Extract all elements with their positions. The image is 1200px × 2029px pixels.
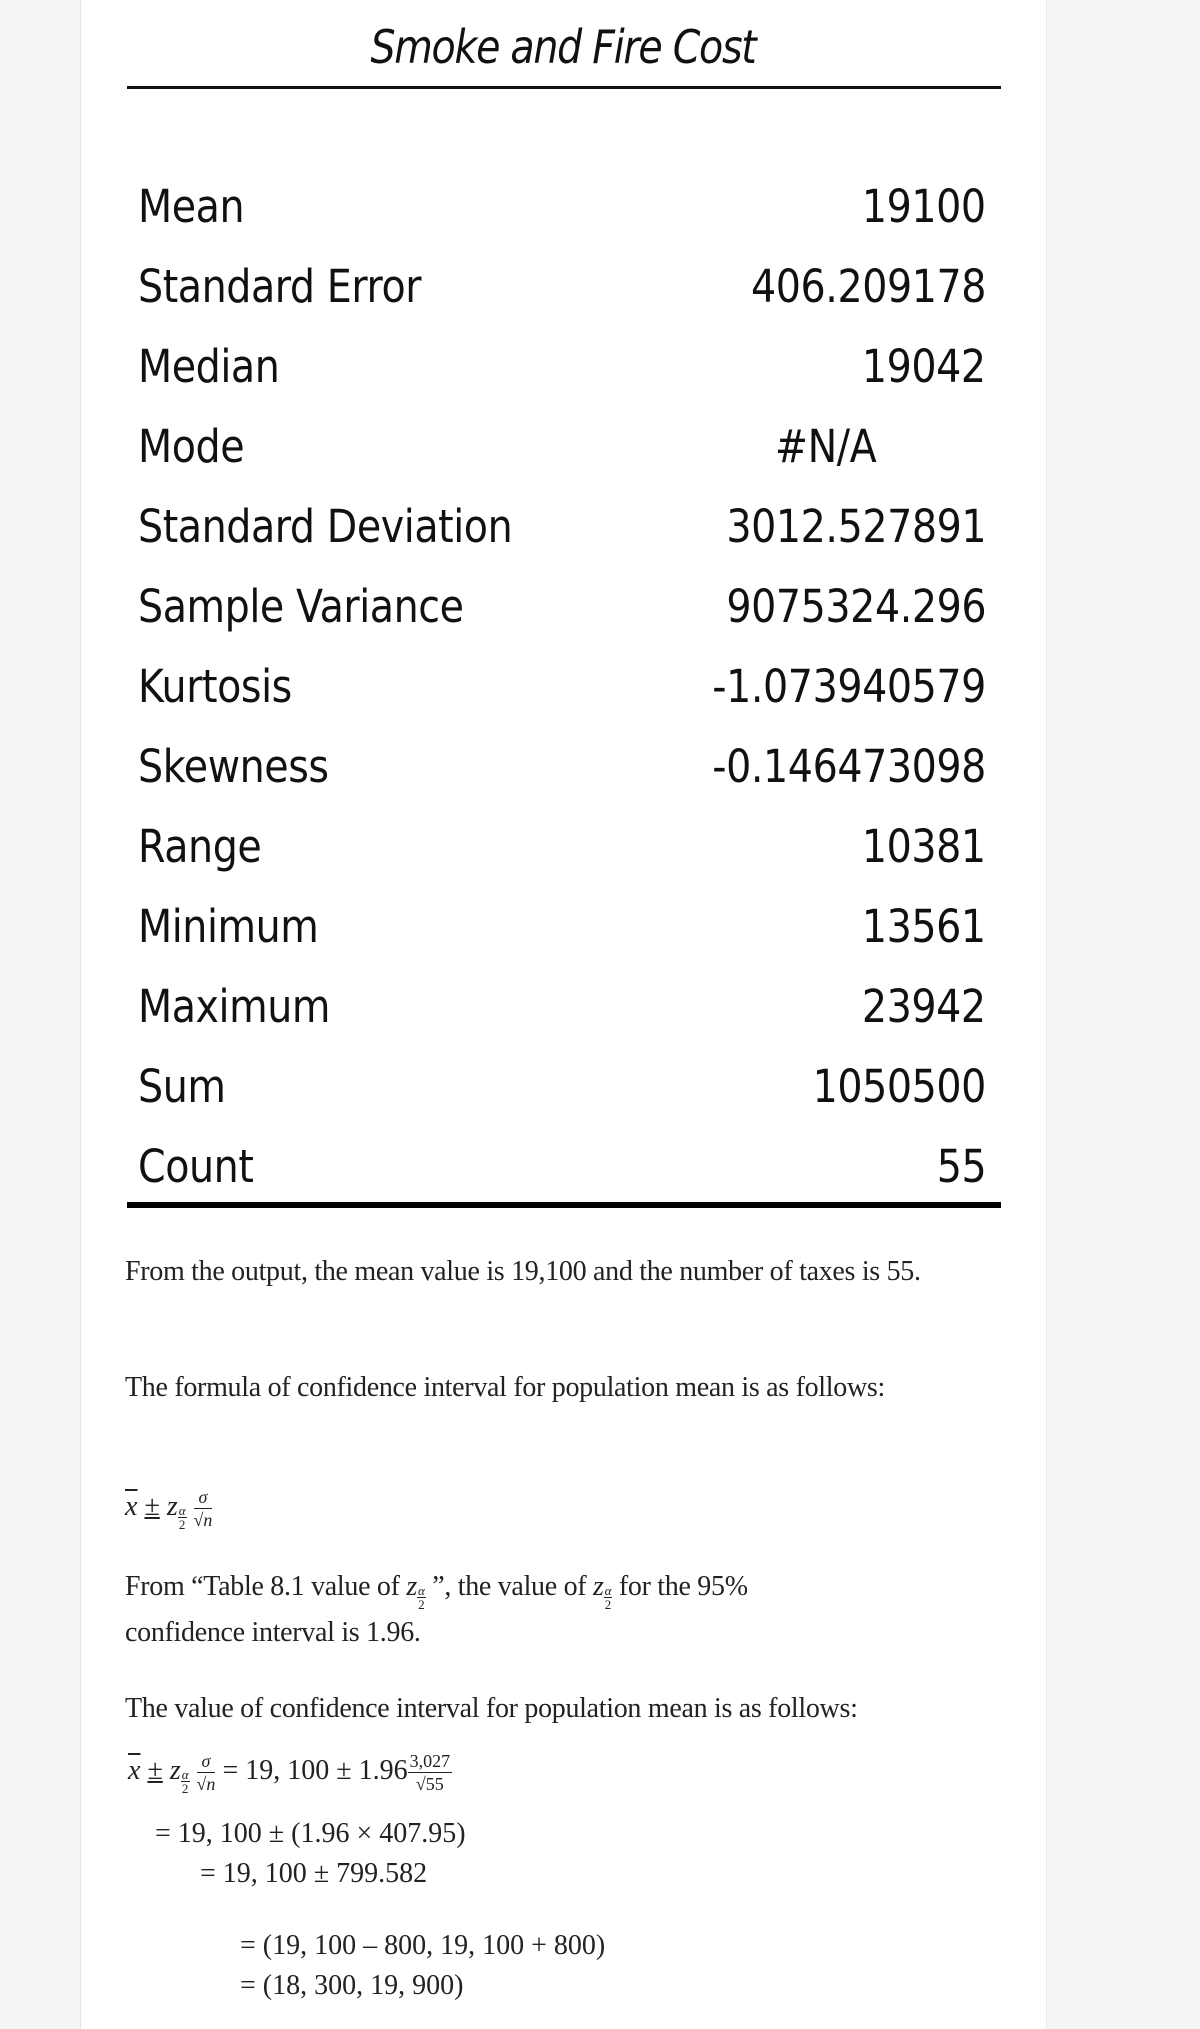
paragraph-z-value: From “Table 8.1 value of zα2 ”, the valu…: [125, 1571, 748, 1648]
plus-minus-symbol: ±: [144, 1490, 160, 1522]
stat-value: 1050500: [812, 1060, 987, 1113]
stat-value: 406.209178: [751, 260, 986, 313]
stat-row-standard-deviation: Standard Deviation 3012.527891: [138, 500, 986, 580]
stat-value: -0.146473098: [712, 740, 986, 793]
stat-row-skewness: Skewness -0.146473098: [138, 740, 986, 820]
stat-row-sum: Sum 1050500: [138, 1060, 986, 1140]
sd-over-sqrt-55: 3,027 √55: [407, 1751, 453, 1794]
calc-line-1: x ± zα2 σ √n = 19, 100 ± 1.96 3,027 √55: [128, 1751, 453, 1796]
stats-table-title: Smoke and Fire Cost: [370, 20, 756, 74]
stat-row-mean: Mean 19100: [138, 180, 986, 260]
stat-label: Mode: [138, 420, 245, 473]
stat-row-sample-variance: Sample Variance 9075324.296: [138, 580, 986, 660]
descriptive-stats-table: Mean 19100 Standard Error 406.209178 Med…: [138, 180, 986, 1220]
stat-label: Kurtosis: [138, 660, 292, 713]
paragraph-formula-intro: The formula of confidence interval for p…: [125, 1372, 885, 1403]
stat-value: 55: [936, 1140, 986, 1193]
calc-line-3: = 19, 100 ± 799.582: [200, 1858, 428, 1889]
stat-row-mode: Mode #N/A: [138, 420, 986, 500]
sigma-over-sqrt-n: σ √n: [193, 1487, 213, 1530]
stat-label: Maximum: [138, 980, 331, 1033]
stat-row-median: Median 19042: [138, 340, 986, 420]
paragraph-mean-count: From the output, the mean value is 19,10…: [125, 1256, 921, 1287]
stat-label: Skewness: [138, 740, 329, 793]
stat-label: Standard Error: [138, 260, 422, 313]
ci-formula: x ± zα2 σ √n: [125, 1487, 213, 1532]
stat-label: Standard Deviation: [138, 500, 513, 553]
stat-value: 9075324.296: [726, 580, 986, 633]
stat-row-standard-error: Standard Error 406.209178: [138, 260, 986, 340]
stat-label: Sum: [138, 1060, 226, 1113]
x-bar-symbol: x: [125, 1490, 138, 1522]
calc-line-5: = (18, 300, 19, 900): [240, 1970, 464, 2001]
stat-row-range: Range 10381: [138, 820, 986, 900]
stat-value: 3012.527891: [726, 500, 986, 553]
stat-label: Mean: [138, 180, 245, 233]
stat-value: 23942: [862, 980, 986, 1033]
stat-label: Range: [138, 820, 262, 873]
alpha-over-two: α2: [416, 1583, 426, 1612]
z-symbol: z: [166, 1490, 178, 1522]
stat-value: 19042: [862, 340, 986, 393]
alpha-over-two: α2: [177, 1502, 187, 1532]
paragraph-ci-value-intro: The value of confidence interval for pop…: [125, 1693, 858, 1724]
calc-line-2: = 19, 100 ± (1.96 × 407.95): [155, 1818, 466, 1849]
stat-value: #N/A: [774, 420, 877, 473]
table-bottom-rule: [127, 1202, 1001, 1208]
stat-label: Sample Variance: [138, 580, 464, 633]
stat-value: 10381: [862, 820, 986, 873]
stat-row-kurtosis: Kurtosis -1.073940579: [138, 660, 986, 740]
table-top-rule: [127, 86, 1001, 89]
stat-label: Count: [138, 1140, 254, 1193]
stat-row-minimum: Minimum 13561: [138, 900, 986, 980]
calc-line-4: = (19, 100 – 800, 19, 100 + 800): [240, 1930, 606, 1961]
alpha-over-two: α2: [603, 1583, 613, 1612]
stat-value: 13561: [862, 900, 986, 953]
stat-row-count: Count 55: [138, 1140, 986, 1220]
stat-row-maximum: Maximum 23942: [138, 980, 986, 1060]
stat-label: Minimum: [138, 900, 319, 953]
stat-value: -1.073940579: [712, 660, 986, 713]
stat-value: 19100: [862, 180, 986, 233]
stat-label: Median: [138, 340, 280, 393]
